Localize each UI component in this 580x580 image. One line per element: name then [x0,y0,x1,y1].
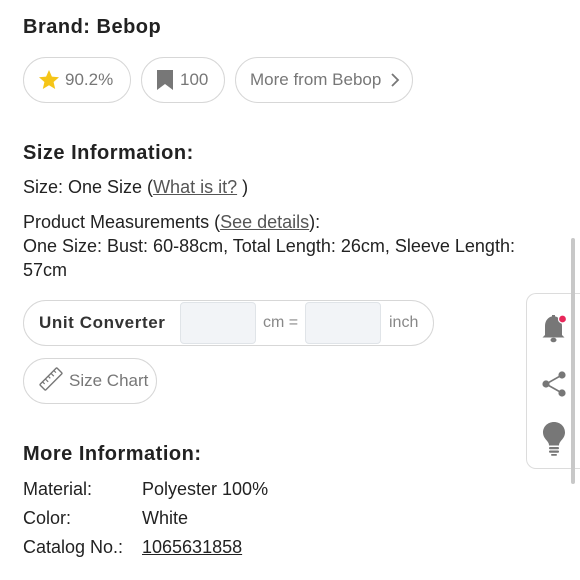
size-chart-button[interactable]: Size Chart [23,358,157,404]
material-value: Polyester 100% [142,479,269,499]
rating-badge[interactable]: 90.2% [23,57,131,103]
catalog-number-link[interactable]: 1065631858 [142,537,242,558]
measurements-line: Product Measurements (See details): [23,212,320,233]
cm-input[interactable] [180,302,256,344]
size-chart-label: Size Chart [69,371,149,390]
scrollbar[interactable] [571,238,575,484]
lightbulb-icon[interactable] [539,420,569,461]
size-prefix: Size: One Size ( [23,177,154,197]
what-is-it-link[interactable]: What is it? [153,177,237,197]
bookmark-icon [156,69,174,91]
measurements-prefix: Product Measurements ( [23,212,221,232]
rating-value: 90.2% [65,70,114,89]
size-suffix: ) [237,177,249,197]
saved-count: 100 [180,70,209,89]
brand-label: Brand: Bebop [23,16,162,38]
inch-unit-label: inch [389,314,419,331]
size-line: Size: One Size (What is it? ) [23,177,248,198]
material-label: Material: [23,479,93,499]
size-info-title: Size Information: [23,142,194,164]
more-from-label: More from Bebop [250,70,382,89]
more-info-title: More Information: [23,443,202,465]
measurements-detail-2: 57cm [23,260,68,280]
bell-icon[interactable] [539,312,569,349]
share-icon[interactable] [539,369,569,404]
saved-badge[interactable]: 100 [141,57,225,103]
see-details-link[interactable]: See details [220,212,309,232]
more-from-brand-button[interactable]: More from Bebop [235,57,413,103]
unit-converter: Unit Converter cm = inch [23,300,434,346]
unit-converter-label: Unit Converter [39,313,166,332]
chevron-right-icon [390,72,400,88]
measurements-suffix: ): [309,212,321,232]
cm-unit-label: cm = [263,314,299,331]
ruler-icon [38,366,64,397]
color-label: Color: [23,508,72,528]
measurements-detail-1: One Size: Bust: 60-88cm, Total Length: 2… [23,236,515,256]
inch-input[interactable] [305,302,381,344]
color-value: White [142,508,189,528]
catalog-label: Catalog No.: [23,537,124,557]
star-icon [37,68,61,92]
